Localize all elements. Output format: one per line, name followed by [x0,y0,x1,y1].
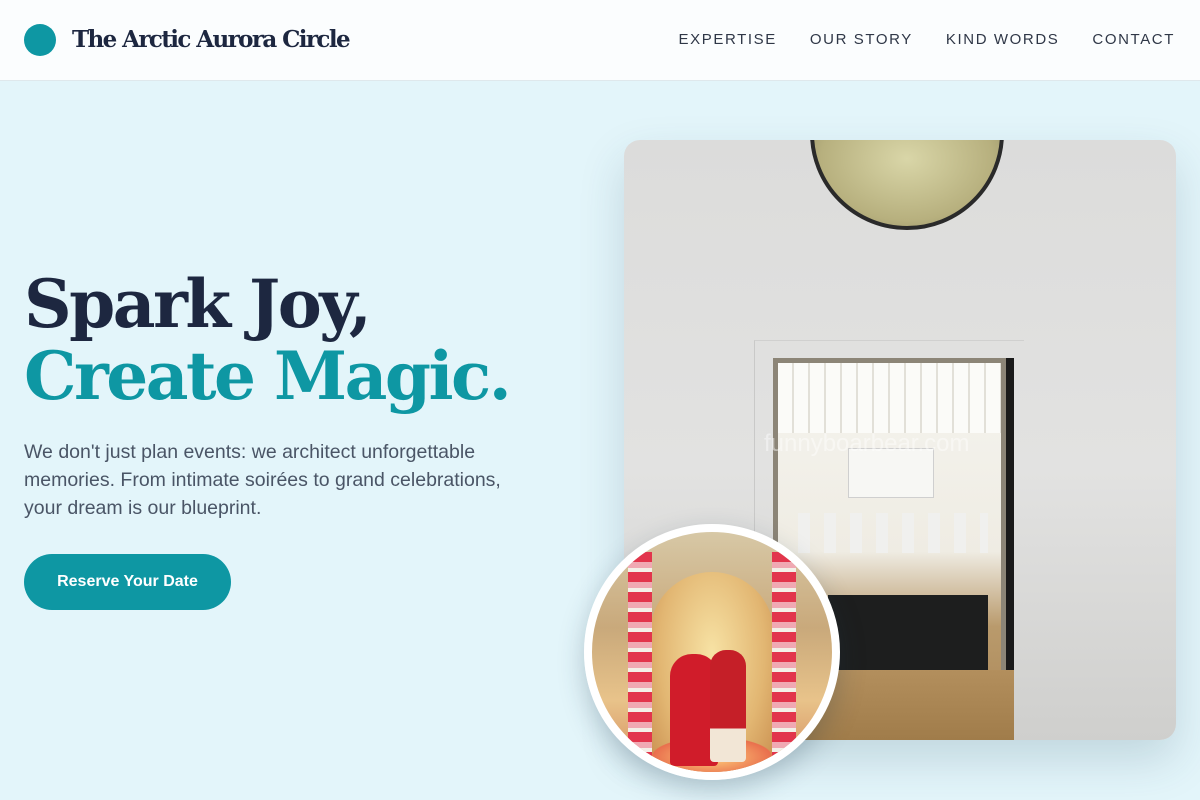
flower-garland-left [628,552,652,772]
hero-title: Spark Joy, Create Magic. [24,265,512,415]
main-nav: EXPERTISE OUR STORY KIND WORDS CONTACT [679,31,1175,48]
nav-item-our-story[interactable]: OUR STORY [810,31,913,48]
nav-item-contact[interactable]: CONTACT [1092,31,1175,48]
groom-figure [710,650,746,762]
brand-name[interactable]: The Arctic Aurora Circle [72,26,351,53]
hero-title-line-1: Spark Joy, [24,265,372,343]
wedding-couple-image [584,524,840,780]
nav-item-kind-words[interactable]: KIND WORDS [946,31,1060,48]
stacked-tables [798,513,988,553]
hall-ceiling [778,363,1001,433]
ceiling-lamp [810,140,1004,230]
reserve-date-button[interactable]: Reserve Your Date [24,554,231,610]
hero-title-line-2: Create Magic. [24,337,512,415]
hero-description: We don't just plan events: we architect … [24,441,501,519]
image-watermark: funnyboarbear.com [764,430,970,457]
site-header: The Arctic Aurora Circle EXPERTISE OUR S… [0,0,1200,81]
logo-circle-icon[interactable] [24,24,56,56]
flower-garland-right [772,552,796,772]
nav-item-expertise[interactable]: EXPERTISE [679,31,777,48]
